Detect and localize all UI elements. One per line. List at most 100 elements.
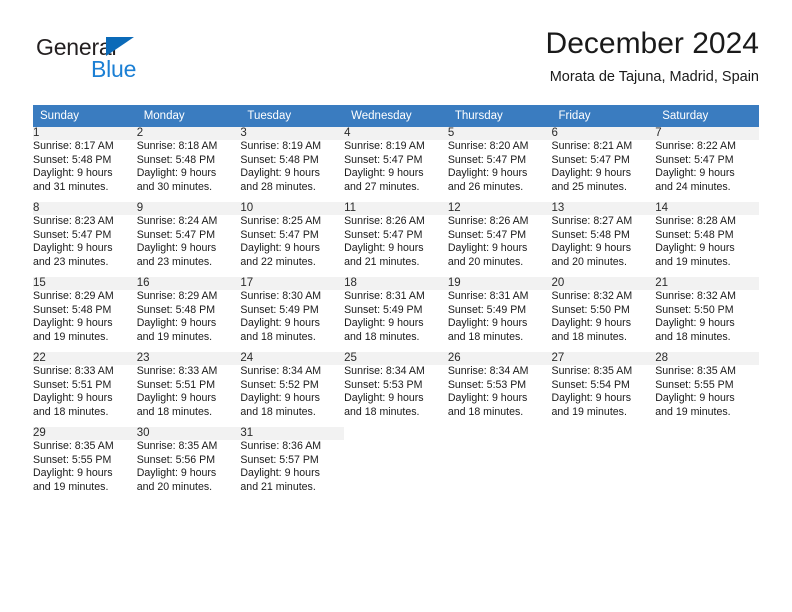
day-number[interactable]: 3 <box>240 127 345 140</box>
weekday-header-friday: Friday <box>551 105 656 127</box>
day-sunset-text: Sunset: 5:47 PM <box>344 153 423 166</box>
calendar-table: Sunday Monday Tuesday Wednesday Thursday… <box>33 105 759 502</box>
day-number[interactable]: 27 <box>551 352 656 365</box>
day-daylight-text: and 18 minutes. <box>136 405 213 418</box>
day-daylight-text: Daylight: 9 hours <box>447 392 528 405</box>
day-number[interactable]: 8 <box>33 202 137 215</box>
day-number[interactable]: 23 <box>136 352 241 365</box>
weekday-header-monday: Monday <box>136 105 241 127</box>
day-number[interactable]: 22 <box>33 352 137 365</box>
day-detail: Sunrise: 8:33 AM Sunset: 5:51 PM Daylight:… <box>33 365 137 427</box>
day-daylight-text: and 20 minutes. <box>136 480 213 493</box>
day-number[interactable]: 26 <box>447 352 552 365</box>
day-sunset-text: Sunset: 5:48 PM <box>136 303 216 316</box>
weekday-header-wednesday: Wednesday <box>344 105 448 127</box>
day-daylight-text: Daylight: 9 hours <box>33 317 113 330</box>
day-daylight-text: and 19 minutes. <box>655 405 731 418</box>
day-sunset-text: Sunset: 5:48 PM <box>551 228 630 241</box>
day-sunrise-text: Sunrise: 8:29 AM <box>33 290 114 302</box>
day-number[interactable]: 1 <box>33 127 137 140</box>
weekday-header-row: Sunday Monday Tuesday Wednesday Thursday… <box>33 105 759 127</box>
day-daylight-text: Daylight: 9 hours <box>655 242 735 255</box>
day-sunrise-text: Sunrise: 8:30 AM <box>240 290 322 302</box>
day-sunset-text: Sunset: 5:47 PM <box>551 153 630 166</box>
day-daylight-text: and 30 minutes. <box>136 180 213 193</box>
day-daylight-text: and 18 minutes. <box>447 405 524 418</box>
day-number[interactable]: 2 <box>136 127 241 140</box>
day-daylight-text: and 19 minutes. <box>136 330 213 343</box>
day-detail: Sunrise: 8:23 AM Sunset: 5:47 PM Daylight:… <box>33 215 137 277</box>
weekday-header-tuesday: Tuesday <box>240 105 345 127</box>
day-detail: Sunrise: 8:35 AM Sunset: 5:56 PM Daylight:… <box>136 440 241 502</box>
day-sunset-text: Sunset: 5:53 PM <box>344 378 423 391</box>
day-detail: Sunrise: 8:35 AM Sunset: 5:54 PM Daylight:… <box>551 365 656 427</box>
general-blue-logo[interactable]: General Blue <box>33 34 223 90</box>
day-number[interactable]: 19 <box>447 277 552 290</box>
logo-triangle-icon <box>106 37 134 56</box>
day-number[interactable]: 14 <box>655 202 759 215</box>
day-number[interactable]: 29 <box>33 427 137 440</box>
day-number[interactable]: 6 <box>551 127 656 140</box>
day-number[interactable]: 25 <box>344 352 448 365</box>
day-number[interactable]: 17 <box>240 277 345 290</box>
day-number[interactable]: 9 <box>136 202 241 215</box>
day-daylight-text: and 18 minutes. <box>344 405 420 418</box>
day-number[interactable]: 5 <box>447 127 552 140</box>
day-number[interactable]: 21 <box>655 277 759 290</box>
day-number[interactable]: 12 <box>447 202 552 215</box>
day-sunset-text: Sunset: 5:50 PM <box>551 303 630 316</box>
day-daylight-text: and 19 minutes. <box>655 255 731 268</box>
day-detail: Sunrise: 8:31 AM Sunset: 5:49 PM Daylight:… <box>344 290 448 352</box>
day-sunrise-text: Sunrise: 8:24 AM <box>136 215 218 227</box>
day-detail: Sunrise: 8:34 AM Sunset: 5:53 PM Daylight:… <box>447 365 552 427</box>
day-sunset-text: Sunset: 5:47 PM <box>240 228 319 241</box>
day-daylight-text: Daylight: 9 hours <box>655 167 735 180</box>
day-number[interactable]: 20 <box>551 277 656 290</box>
day-sunrise-text: Sunrise: 8:25 AM <box>240 215 322 227</box>
day-sunset-text: Sunset: 5:47 PM <box>447 228 527 241</box>
day-detail: Sunrise: 8:33 AM Sunset: 5:51 PM Daylight:… <box>136 365 241 427</box>
day-sunset-text: Sunset: 5:55 PM <box>655 378 734 391</box>
day-number[interactable]: 18 <box>344 277 448 290</box>
day-cell-empty <box>655 427 759 440</box>
day-daylight-text: and 31 minutes. <box>33 180 109 193</box>
day-daylight-text: and 19 minutes. <box>551 405 627 418</box>
day-detail-empty <box>551 440 656 502</box>
day-number-row: 29 30 31 <box>33 427 759 440</box>
day-number[interactable]: 7 <box>655 127 759 140</box>
day-sunrise-text: Sunrise: 8:27 AM <box>551 215 633 227</box>
day-sunrise-text: Sunrise: 8:33 AM <box>136 365 218 377</box>
day-detail: Sunrise: 8:20 AM Sunset: 5:47 PM Daylight:… <box>447 140 552 202</box>
day-detail-row: Sunrise: 8:29 AM Sunset: 5:48 PM Daylight:… <box>33 290 759 352</box>
day-sunset-text: Sunset: 5:50 PM <box>655 303 734 316</box>
day-detail: Sunrise: 8:27 AM Sunset: 5:48 PM Daylight:… <box>551 215 656 277</box>
day-sunrise-text: Sunrise: 8:19 AM <box>344 140 425 152</box>
weekday-header-sunday: Sunday <box>33 105 137 127</box>
day-number[interactable]: 30 <box>136 427 241 440</box>
day-number[interactable]: 10 <box>240 202 345 215</box>
day-sunset-text: Sunset: 5:48 PM <box>33 153 112 166</box>
day-daylight-text: and 28 minutes. <box>240 180 316 193</box>
calendar-container: Sunday Monday Tuesday Wednesday Thursday… <box>33 105 759 502</box>
day-number[interactable]: 15 <box>33 277 137 290</box>
day-detail: Sunrise: 8:18 AM Sunset: 5:48 PM Daylight:… <box>136 140 241 202</box>
day-detail: Sunrise: 8:32 AM Sunset: 5:50 PM Daylight:… <box>655 290 759 352</box>
day-number[interactable]: 16 <box>136 277 241 290</box>
day-number[interactable]: 31 <box>240 427 345 440</box>
day-daylight-text: Daylight: 9 hours <box>551 167 632 180</box>
day-number[interactable]: 13 <box>551 202 656 215</box>
day-number[interactable]: 11 <box>344 202 448 215</box>
day-daylight-text: Daylight: 9 hours <box>344 392 424 405</box>
day-daylight-text: and 18 minutes. <box>447 330 524 343</box>
day-detail: Sunrise: 8:34 AM Sunset: 5:52 PM Daylight:… <box>240 365 345 427</box>
day-number[interactable]: 4 <box>344 127 448 140</box>
day-detail-empty <box>447 440 552 502</box>
day-daylight-text: Daylight: 9 hours <box>551 317 632 330</box>
day-number[interactable]: 24 <box>240 352 345 365</box>
day-daylight-text: Daylight: 9 hours <box>655 317 735 330</box>
day-number[interactable]: 28 <box>655 352 759 365</box>
day-sunset-text: Sunset: 5:51 PM <box>33 378 112 391</box>
day-detail: Sunrise: 8:17 AM Sunset: 5:48 PM Daylight:… <box>33 140 137 202</box>
day-sunrise-text: Sunrise: 8:32 AM <box>551 290 633 302</box>
day-sunset-text: Sunset: 5:48 PM <box>240 153 319 166</box>
